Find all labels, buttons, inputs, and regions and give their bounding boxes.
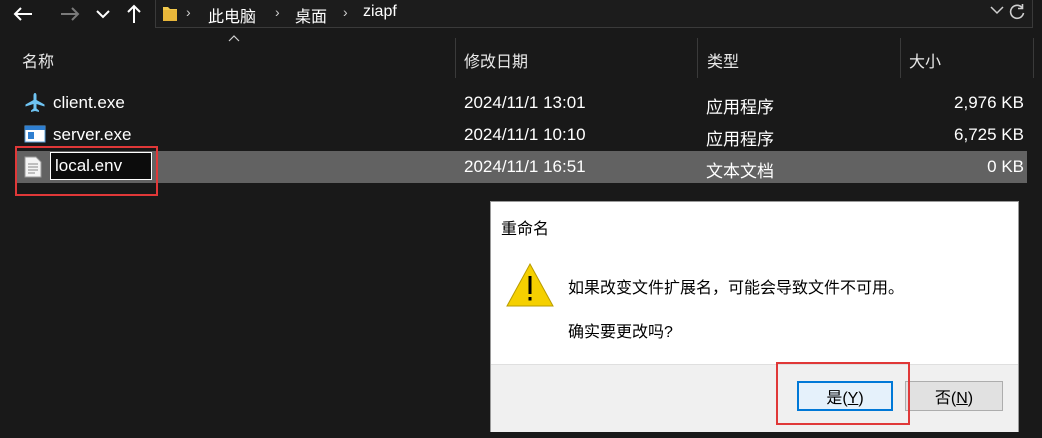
file-name: server.exe xyxy=(53,125,132,144)
column-divider[interactable] xyxy=(900,38,901,78)
up-button[interactable] xyxy=(122,0,146,28)
back-arrow-icon xyxy=(13,7,32,21)
chevron-down-icon xyxy=(96,10,110,19)
dialog-question: 确实要更改吗? xyxy=(568,324,673,341)
file-row[interactable]: client.exe 2024/11/1 13:01 应用程序 2,976 KB xyxy=(16,87,1027,119)
column-header-size[interactable]: 大小 xyxy=(909,48,941,72)
file-type: 文本文档 xyxy=(706,162,774,181)
breadcrumb-chevron-icon: › xyxy=(343,4,348,20)
breadcrumb-this-pc[interactable]: 此电脑 xyxy=(208,3,256,27)
file-size: 2,976 KB xyxy=(954,93,1024,112)
refresh-icon[interactable] xyxy=(1008,3,1026,21)
up-arrow-icon xyxy=(127,4,141,23)
breadcrumb-desktop[interactable]: 桌面 xyxy=(295,3,327,27)
forward-arrow-icon xyxy=(61,7,80,21)
highlight-box-rename xyxy=(15,146,158,196)
address-bar[interactable]: › 此电脑 › 桌面 › ziapf xyxy=(155,0,1033,28)
file-row[interactable]: server.exe 2024/11/1 10:10 应用程序 6,725 KB xyxy=(16,119,1027,151)
breadcrumb-chevron-icon: › xyxy=(186,4,191,20)
back-button[interactable] xyxy=(6,0,40,28)
column-header-modified[interactable]: 修改日期 xyxy=(464,48,528,72)
rename-dialog: 重命名 如果改变文件扩展名，可能会导致文件不可用。 确实要更改吗? 是(Y) 否… xyxy=(490,201,1019,432)
column-header-name[interactable]: 名称 xyxy=(22,48,54,72)
file-size: 6,725 KB xyxy=(954,125,1024,144)
warning-icon xyxy=(506,262,554,307)
forward-button[interactable] xyxy=(55,0,85,28)
file-modified: 2024/11/1 13:01 xyxy=(464,93,586,112)
airplane-icon xyxy=(25,93,45,112)
no-button-label: 否(N) xyxy=(934,390,974,407)
dialog-footer: 是(Y) 否(N) xyxy=(491,364,1018,432)
file-modified: 2024/11/1 10:10 xyxy=(464,125,586,144)
column-header-type[interactable]: 类型 xyxy=(707,48,739,72)
column-divider[interactable] xyxy=(1033,38,1034,78)
sort-ascending-icon xyxy=(228,35,240,42)
column-divider[interactable] xyxy=(455,38,456,78)
breadcrumb-folder[interactable]: ziapf xyxy=(363,3,397,21)
no-button[interactable]: 否(N) xyxy=(905,381,1003,411)
file-modified: 2024/11/1 16:51 xyxy=(464,157,586,176)
file-name: client.exe xyxy=(53,93,125,112)
navigation-bar: › 此电脑 › 桌面 › ziapf xyxy=(0,0,1042,34)
dialog-message: 如果改变文件扩展名，可能会导致文件不可用。 xyxy=(568,280,905,297)
app-window-icon xyxy=(24,125,46,143)
file-size: 0 KB xyxy=(987,157,1024,176)
column-divider[interactable] xyxy=(697,38,698,78)
file-type: 应用程序 xyxy=(706,130,774,149)
address-dropdown-icon[interactable] xyxy=(990,5,1004,15)
breadcrumb-chevron-icon: › xyxy=(275,4,280,20)
highlight-box-yes xyxy=(776,362,910,425)
folder-icon xyxy=(163,7,177,21)
file-row-selected[interactable]: local.env 2024/11/1 16:51 文本文档 0 KB xyxy=(16,151,1027,183)
file-type: 应用程序 xyxy=(706,98,774,117)
dialog-title: 重命名 xyxy=(501,221,550,238)
recent-locations-button[interactable] xyxy=(92,0,114,28)
